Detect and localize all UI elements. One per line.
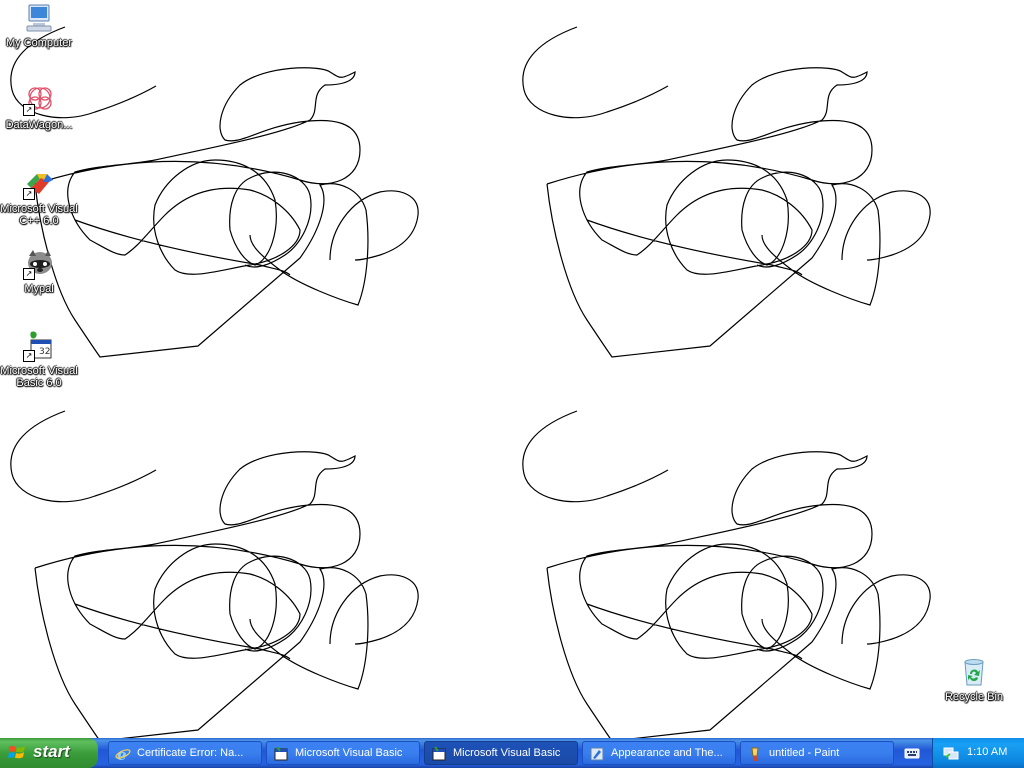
desktop-icon-label: Microsoft Visual C++ 6.0 (0, 203, 78, 227)
freehand-drawing (10, 26, 931, 738)
shortcut-arrow-icon: ↗ (23, 350, 35, 362)
desktop-icon-label: Microsoft Visual Basic 6.0 (0, 365, 78, 389)
control-panel-icon (590, 747, 604, 761)
vb-icon (274, 746, 288, 761)
taskbar-button-paint[interactable]: untitled - Paint (740, 741, 894, 765)
visual-cpp-icon: ↗ (23, 168, 55, 200)
taskbar: start e Certificate Error: Na... Microso… (0, 738, 1024, 768)
keyboard-icon[interactable] (904, 745, 920, 761)
taskbar-button-label: Microsoft Visual Basic (295, 747, 403, 759)
datawagon-icon: ↗ (23, 84, 55, 116)
taskbar-button-label: Microsoft Visual Basic (453, 747, 561, 759)
start-label: start (33, 742, 70, 761)
svg-text:32: 32 (39, 347, 50, 357)
desktop-icon-label: My Computer (5, 37, 73, 49)
shortcut-arrow-icon: ↗ (23, 104, 35, 116)
shortcut-arrow-icon: ↗ (23, 188, 35, 200)
paint-icon (751, 747, 759, 761)
desktop-icon-mypal[interactable]: ↗ Mypal (0, 248, 79, 295)
desktop-icon-datawagon[interactable]: ↗ DataWagon... (0, 84, 79, 131)
desktop-icon-visual-basic[interactable]: 32 ↗ Microsoft Visual Basic 6.0 (0, 330, 79, 389)
desktop-icon-label: Mypal (24, 283, 54, 295)
network-icon[interactable] (943, 745, 959, 761)
taskbar-button-visual-basic-1[interactable]: Microsoft Visual Basic (266, 741, 420, 765)
taskbar-button-certificate-error[interactable]: e Certificate Error: Na... (108, 741, 262, 765)
taskbar-button-appearance[interactable]: Appearance and The... (582, 741, 736, 765)
visual-basic-icon: 32 ↗ (23, 330, 55, 362)
vb-icon (432, 746, 446, 761)
system-tray: 1:10 AM (932, 738, 1024, 768)
taskbar-button-label: Appearance and The... (611, 747, 723, 759)
desktop-icon-recycle-bin[interactable]: Recycle Bin (934, 656, 1014, 703)
desktop-icon-visual-cpp[interactable]: ↗ Microsoft Visual C++ 6.0 (0, 168, 79, 227)
clock[interactable]: 1:10 AM (967, 746, 1007, 758)
desktop-icon-label: DataWagon... (5, 119, 73, 131)
desktop-icon-my-computer[interactable]: My Computer (0, 2, 79, 49)
shortcut-arrow-icon: ↗ (23, 268, 35, 280)
recycle-bin-icon (958, 656, 990, 688)
ie-icon: e (115, 746, 131, 762)
taskbar-button-label: Certificate Error: Na... (137, 747, 244, 759)
taskbar-button-label: untitled - Paint (769, 747, 840, 759)
my-computer-icon (23, 2, 55, 34)
windows-flag-icon (8, 745, 25, 759)
start-button[interactable]: start (0, 738, 98, 768)
desktop: My Computer ↗ DataWagon... ↗ Microsoft V… (0, 0, 1024, 738)
desktop-icon-label: Recycle Bin (944, 691, 1004, 703)
taskbar-button-visual-basic-2[interactable]: Microsoft Visual Basic (424, 741, 578, 765)
mypal-icon: ↗ (23, 248, 55, 280)
